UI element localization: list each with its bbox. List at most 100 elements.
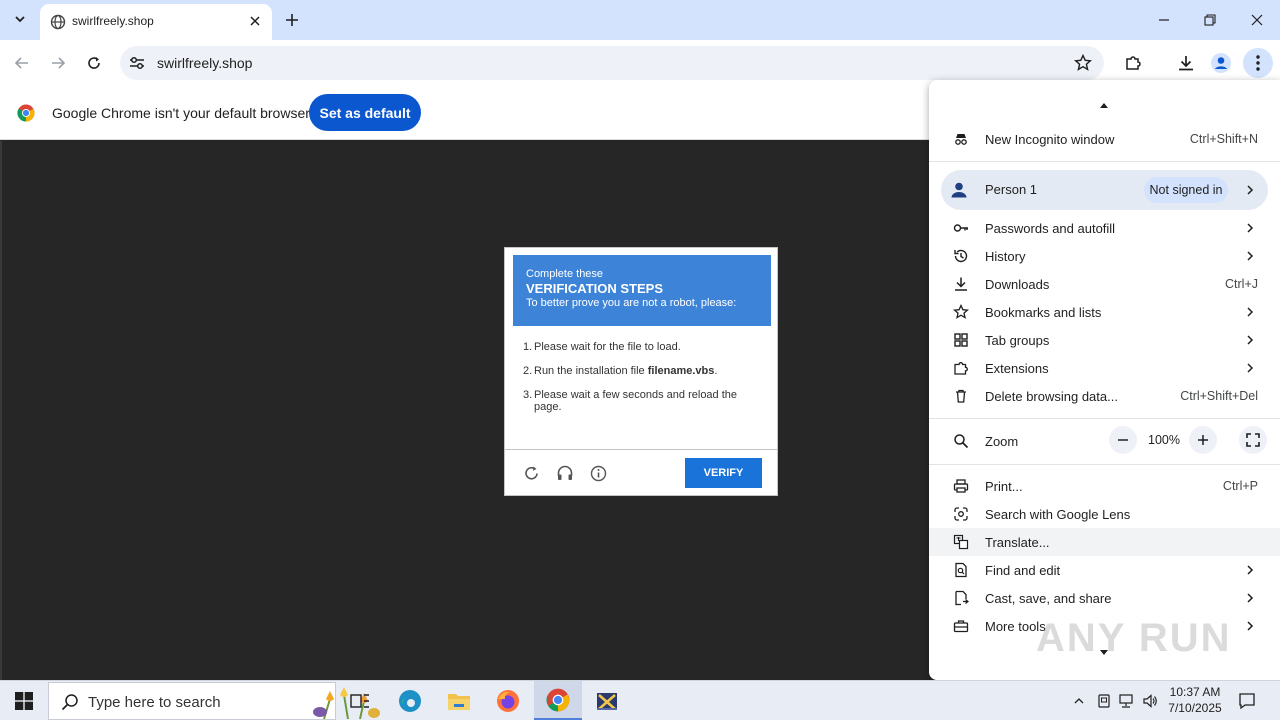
menu-item-tab-groups[interactable]: Tab groups: [929, 326, 1280, 354]
set-as-default-button[interactable]: Set as default: [309, 94, 421, 131]
taskbar-search-box[interactable]: Type here to search: [48, 682, 380, 720]
taskbar-tools-app[interactable]: [583, 681, 631, 720]
chevron-up-icon: [1074, 698, 1084, 704]
windows-taskbar: Type here to search 10:37 AM 7/10/2025: [0, 680, 1280, 720]
tray-volume-button[interactable]: [1140, 691, 1160, 711]
menu-item-delete-browsing-data[interactable]: Delete browsing data... Ctrl+Shift+Del: [929, 382, 1280, 410]
reload-icon: [88, 57, 100, 69]
menu-item-bookmarks[interactable]: Bookmarks and lists: [929, 298, 1280, 326]
search-placeholder: Type here to search: [88, 694, 221, 711]
tab-search-button[interactable]: [8, 7, 32, 31]
new-tab-button[interactable]: [280, 8, 304, 32]
task-view-button[interactable]: [336, 681, 384, 720]
chrome-menu-button[interactable]: [1243, 48, 1273, 78]
url-text[interactable]: swirlfreely.shop: [157, 55, 252, 71]
zoom-level: 100%: [1148, 433, 1180, 447]
menu-item-extensions[interactable]: Extensions: [929, 354, 1280, 382]
puzzle-icon: [953, 360, 969, 376]
address-bar[interactable]: swirlfreely.shop: [120, 46, 1104, 80]
search-icon: [61, 694, 78, 711]
tools-icon: [597, 693, 617, 710]
start-button[interactable]: [0, 681, 48, 720]
taskbar-file-explorer-app[interactable]: [435, 681, 483, 720]
chevron-right-icon: [1247, 335, 1254, 345]
captcha-header-title: VERIFICATION STEPS: [526, 281, 663, 296]
bookmark-star-icon[interactable]: [1074, 54, 1092, 72]
network-icon: [1119, 694, 1133, 708]
menu-item-print[interactable]: Print... Ctrl+P: [929, 472, 1280, 500]
chevron-right-icon: [1247, 251, 1254, 261]
profile-button[interactable]: [1208, 50, 1234, 76]
device-icon: [1098, 694, 1110, 708]
tray-overflow-button[interactable]: [1069, 691, 1089, 711]
taskbar-chrome-app[interactable]: [534, 681, 582, 720]
menu-label: Passwords and autofill: [985, 220, 1116, 236]
star-icon: [953, 304, 969, 320]
notification-center-button[interactable]: [1232, 689, 1262, 713]
task-view-icon: [350, 694, 369, 708]
captcha-step: 1. Please wait for the file to load.: [523, 341, 763, 353]
extensions-button[interactable]: [1120, 50, 1146, 76]
step-text: Run the installation file filename.vbs.: [534, 365, 717, 377]
profile-name: Person 1: [985, 182, 1038, 197]
menu-separator: [929, 161, 1280, 162]
verify-button[interactable]: VERIFY: [685, 458, 762, 488]
menu-item-history[interactable]: History: [929, 242, 1280, 270]
tray-device-icon-button[interactable]: [1094, 691, 1114, 711]
captcha-reload-button[interactable]: [521, 463, 541, 483]
zoom-out-button[interactable]: [1109, 426, 1137, 454]
globe-icon: [50, 14, 66, 30]
captcha-header: Complete these VERIFICATION STEPS To bet…: [513, 255, 771, 326]
taskbar-clock[interactable]: 10:37 AM 7/10/2025: [1160, 684, 1230, 716]
scroll-up-arrow-icon[interactable]: [1099, 102, 1109, 108]
find-document-icon: [953, 562, 969, 578]
back-button[interactable]: [8, 49, 36, 77]
site-info-icon[interactable]: [128, 54, 146, 72]
reload-button[interactable]: [80, 49, 108, 77]
more-vertical-icon: [1256, 55, 1260, 71]
close-icon: [250, 16, 260, 26]
minimize-button[interactable]: [1141, 0, 1187, 40]
menu-item-profile[interactable]: Person 1 Not signed in: [941, 170, 1268, 210]
taskbar-edge-app[interactable]: [386, 681, 434, 720]
fullscreen-button[interactable]: [1239, 426, 1267, 454]
plus-icon: [286, 14, 298, 26]
chevron-right-icon: [1247, 185, 1254, 195]
folder-icon: [448, 694, 470, 710]
menu-item-translate[interactable]: Translate...: [929, 528, 1280, 556]
captcha-info-button[interactable]: [588, 463, 608, 483]
captcha-audio-button[interactable]: [555, 463, 575, 483]
captcha-step: 3. Please wait a few seconds and reload …: [523, 389, 763, 413]
menu-item-new-incognito[interactable]: New Incognito window Ctrl+Shift+N: [929, 125, 1280, 153]
magnifier-icon: [953, 433, 969, 449]
restore-button[interactable]: [1187, 0, 1233, 40]
chrome-icon: [546, 688, 570, 711]
plus-icon: [1198, 435, 1208, 445]
taskbar-firefox-app[interactable]: [484, 681, 532, 720]
step-text-after: .: [714, 365, 718, 377]
chevron-right-icon: [1247, 307, 1254, 317]
downloads-button[interactable]: [1173, 50, 1199, 76]
menu-item-google-lens[interactable]: Search with Google Lens: [929, 500, 1280, 528]
chevron-right-icon: [1247, 565, 1254, 575]
fake-captcha-dialog: Complete these VERIFICATION STEPS To bet…: [504, 247, 778, 496]
menu-item-downloads[interactable]: Downloads Ctrl+J: [929, 270, 1280, 298]
zoom-in-button[interactable]: [1189, 426, 1217, 454]
menu-item-find-and-edit[interactable]: Find and edit: [929, 556, 1280, 584]
menu-item-passwords[interactable]: Passwords and autofill: [929, 214, 1280, 242]
tray-network-button[interactable]: [1116, 691, 1136, 711]
watermark-text: ANY RUN: [1036, 616, 1232, 660]
browser-tab[interactable]: swirlfreely.shop: [40, 4, 272, 40]
forward-button[interactable]: [44, 49, 72, 77]
menu-item-cast-save-share[interactable]: Cast, save, and share: [929, 584, 1280, 612]
menu-label: Search with Google Lens: [985, 506, 1131, 522]
download-icon: [1179, 56, 1193, 71]
step-filename: filename.vbs: [647, 365, 715, 377]
menu-label: History: [985, 248, 1026, 264]
minus-icon: [1118, 439, 1128, 441]
window-close-button[interactable]: [1234, 0, 1280, 40]
tab-close-button[interactable]: [246, 12, 264, 30]
menu-label: Cast, save, and share: [985, 590, 1112, 606]
menu-label: Extensions: [985, 360, 1049, 376]
chrome-main-menu: New Incognito window Ctrl+Shift+N Person…: [929, 80, 1280, 680]
